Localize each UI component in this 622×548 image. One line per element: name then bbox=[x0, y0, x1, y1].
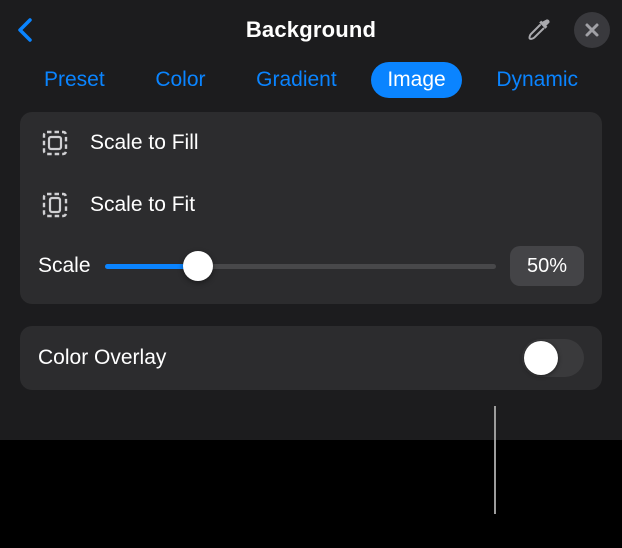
back-button[interactable] bbox=[14, 16, 36, 44]
color-overlay-toggle[interactable] bbox=[522, 339, 584, 377]
scale-to-fit-icon bbox=[38, 188, 72, 222]
image-options-card: Scale to Fill Scale to Fit Scale 50% bbox=[20, 112, 602, 304]
close-button[interactable] bbox=[574, 12, 610, 48]
color-overlay-row: Color Overlay bbox=[20, 326, 602, 390]
tab-color[interactable]: Color bbox=[139, 62, 221, 98]
scale-row: Scale 50% bbox=[20, 236, 602, 304]
scale-value[interactable]: 50% bbox=[510, 246, 584, 286]
close-icon bbox=[584, 22, 600, 38]
scale-label: Scale bbox=[38, 254, 91, 278]
scale-slider[interactable] bbox=[105, 252, 496, 280]
slider-thumb[interactable] bbox=[183, 251, 213, 281]
tab-image[interactable]: Image bbox=[371, 62, 461, 98]
panel-header: Background bbox=[0, 0, 622, 60]
panel-title: Background bbox=[246, 17, 376, 43]
color-overlay-label: Color Overlay bbox=[38, 346, 166, 370]
color-overlay-card: Color Overlay bbox=[20, 326, 602, 390]
tab-preset[interactable]: Preset bbox=[28, 62, 121, 98]
header-actions bbox=[522, 12, 610, 48]
option-scale-to-fit[interactable]: Scale to Fit bbox=[20, 174, 602, 236]
option-label: Scale to Fit bbox=[90, 193, 195, 217]
scale-to-fill-icon bbox=[38, 126, 72, 160]
background-panel: Background Preset Color Gradient Image D… bbox=[0, 0, 622, 440]
chevron-left-icon bbox=[17, 17, 33, 43]
toggle-knob bbox=[524, 341, 558, 375]
tab-dynamic[interactable]: Dynamic bbox=[480, 62, 594, 98]
tab-gradient[interactable]: Gradient bbox=[240, 62, 353, 98]
eyedropper-icon bbox=[526, 17, 552, 43]
option-label: Scale to Fill bbox=[90, 131, 199, 155]
tab-bar: Preset Color Gradient Image Dynamic bbox=[0, 60, 622, 112]
eyedropper-button[interactable] bbox=[522, 13, 556, 47]
callout-leader-line bbox=[494, 406, 496, 514]
option-scale-to-fill[interactable]: Scale to Fill bbox=[20, 112, 602, 174]
